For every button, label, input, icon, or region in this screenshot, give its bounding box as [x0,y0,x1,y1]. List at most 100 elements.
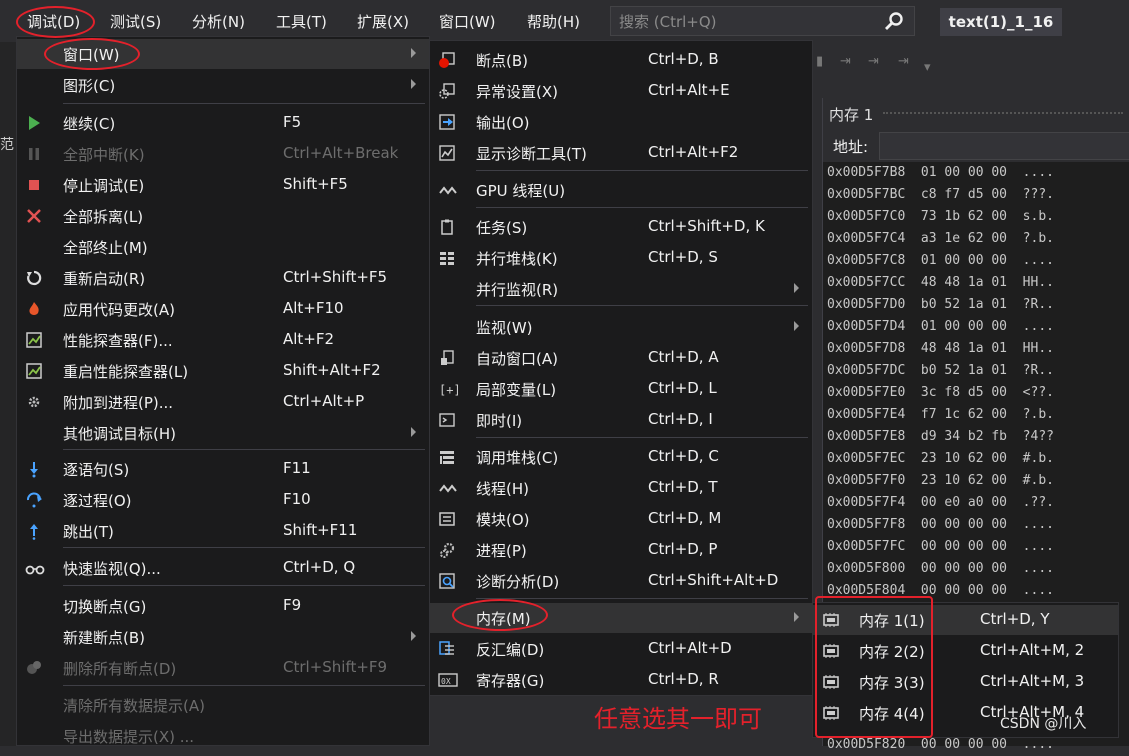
memory-row: 0x00D5F7D0 b0 52 1a 01 ?R.. [827,297,1054,312]
memory-submenu-item-shortcut: Ctrl+Alt+M, 3 [980,672,1085,690]
toolbar-icon[interactable]: ▮ [816,54,830,69]
window-submenu-item-10[interactable]: [+] 局部变量(L) Ctrl+D, L [430,374,812,404]
debug-menu-item-18[interactable]: 新建断点(B) [17,622,429,652]
window-submenu-item-11[interactable]: 即时(I) Ctrl+D, I [430,405,812,435]
window-submenu-item-shortcut: Ctrl+D, B [648,50,719,68]
window-submenu-item-18[interactable]: 反汇编(D) Ctrl+Alt+D [430,634,812,664]
window-submenu-item-0[interactable]: 断点(B) Ctrl+D, B [430,45,812,75]
menu-separator [476,437,808,438]
delete-breakpoints-icon [25,659,43,677]
window-submenu-item-shortcut: Ctrl+D, C [648,447,719,465]
debug-menu-item-shortcut: F9 [283,596,302,614]
call-stack-icon [438,448,456,466]
gpu-threads-icon [438,181,457,199]
window-submenu-item-13[interactable]: 线程(H) Ctrl+D, T [430,473,812,503]
debug-menu-item-6[interactable]: 全部终止(M) [17,232,429,262]
window-submenu-item-8[interactable]: 监视(W) [430,312,812,342]
debug-menu-item-17[interactable]: 切换断点(G) F9 [17,591,429,621]
debug-menu-item-label: 全部拆离(L) [63,208,144,226]
debug-menu-item-label: 逐过程(O) [63,492,132,510]
window-submenu-item-6[interactable]: 并行堆栈(K) Ctrl+D, S [430,243,812,273]
window-submenu-item-shortcut: Ctrl+D, R [648,670,719,688]
debug-menu-item-label: 重新启动(R) [63,270,146,288]
debug-menu-item-shortcut: Ctrl+Alt+P [283,392,365,410]
menu-window[interactable]: 窗口(W) [439,10,496,34]
debug-menu-item-14[interactable]: 逐过程(O) F10 [17,485,429,515]
window-submenu-item-7[interactable]: 并行监视(R) [430,274,812,304]
debug-menu-item-5[interactable]: 全部拆离(L) [17,201,429,231]
debug-menu-item-3[interactable]: 全部中断(K) Ctrl+Alt+Break [17,139,429,169]
document-title[interactable]: text(1)_1_16 [940,8,1062,36]
debug-menu-item-8[interactable]: 应用代码更改(A) Alt+F10 [17,294,429,324]
window-submenu-item-14[interactable]: 模块(O) Ctrl+D, M [430,504,812,534]
debug-menu-item-7[interactable]: 重新启动(R) Ctrl+Shift+F5 [17,263,429,293]
restart-icon [25,269,43,287]
debug-menu-item-11[interactable]: 附加到进程(P)... Ctrl+Alt+P [17,387,429,417]
window-submenu-item-3[interactable]: 显示诊断工具(T) Ctrl+Alt+F2 [430,138,812,168]
window-submenu-item-shortcut: Ctrl+D, L [648,379,717,397]
window-submenu-item-2[interactable]: 输出(O) [430,107,812,137]
window-submenu-item-12[interactable]: 调用堆栈(C) Ctrl+D, C [430,442,812,472]
parallel-stacks-icon [438,249,456,267]
toolbar-icon[interactable]: ⇥ [868,54,882,69]
chevron-down-icon[interactable]: ▾ [924,60,938,75]
watermark: CSDN @川入 [1000,716,1087,732]
window-submenu-item-shortcut: Ctrl+Alt+E [648,81,730,99]
autos-icon [438,349,456,367]
debug-menu-item-1[interactable]: 图形(C) [17,70,429,100]
menu-help[interactable]: 帮助(H) [527,10,580,34]
memory-row: 0x00D5F7B8 01 00 00 00 .... [827,165,1054,180]
toolbar-icon[interactable]: ⇥ [898,54,912,69]
window-submenu-item-19[interactable]: 0X 寄存器(G) Ctrl+D, R [430,665,812,695]
processes-icon [438,541,456,559]
debug-menu-item-10[interactable]: 重启性能探查器(L) Shift+Alt+F2 [17,356,429,386]
window-submenu-item-label: 即时(I) [476,412,523,430]
debug-menu-item-20[interactable]: 清除所有数据提示(A) [17,690,429,720]
window-submenu-item-label: 任务(S) [476,219,528,237]
window-submenu-item-label: 寄存器(G) [476,672,545,690]
debug-menu-item-shortcut: Shift+F11 [283,521,358,539]
menu-tools[interactable]: 工具(T) [276,10,327,34]
debug-menu-item-13[interactable]: 逐语句(S) F11 [17,454,429,484]
debug-menu-item-shortcut: Ctrl+Shift+F5 [283,268,388,286]
debug-menu-item-19[interactable]: 删除所有断点(D) Ctrl+Shift+F9 [17,653,429,683]
search-input[interactable] [617,10,881,34]
window-submenu-item-label: 诊断分析(D) [476,573,560,591]
window-submenu-item-15[interactable]: 进程(P) Ctrl+D, P [430,535,812,565]
immediate-icon [438,411,456,429]
debug-menu-item-21[interactable]: 导出数据提示(X) ... [17,721,429,751]
menu-extensions[interactable]: 扩展(X) [357,10,409,34]
profiler-icon [25,362,43,380]
debug-menu-item-2[interactable]: 继续(C) F5 [17,108,429,138]
debug-menu-item-9[interactable]: 性能探查器(F)... Alt+F2 [17,325,429,355]
debug-menu-item-label: 切换断点(G) [63,598,147,616]
window-submenu-item-1[interactable]: 异常设置(X) Ctrl+Alt+E [430,76,812,106]
debug-menu-item-12[interactable]: 其他调试目标(H) [17,418,429,448]
pause-icon [25,145,43,163]
toolbar-icon[interactable]: ⇥ [840,54,854,69]
window-submenu-item-label: 断点(B) [476,52,528,70]
window-submenu-item-shortcut: Ctrl+D, M [648,509,722,527]
menu-analyze[interactable]: 分析(N) [192,10,245,34]
debug-menu-item-shortcut: Alt+F10 [283,299,344,317]
debug-menu-item-15[interactable]: 跳出(T) Shift+F11 [17,516,429,546]
address-input[interactable] [879,132,1129,160]
window-submenu-item-label: 自动窗口(A) [476,350,558,368]
search-icon[interactable] [884,11,904,31]
step-out-icon [25,522,43,540]
window-submenu-item-16[interactable]: 诊断分析(D) Ctrl+Shift+Alt+D [430,566,812,596]
annotation-rect-memory-items [815,596,933,738]
window-submenu-item-9[interactable]: 自动窗口(A) Ctrl+D, A [430,343,812,373]
debug-menu-item-shortcut: Shift+Alt+F2 [283,361,381,379]
debug-menu-item-16[interactable]: 快速监视(Q)... Ctrl+D, Q [17,553,429,583]
debug-menu-item-4[interactable]: 停止调试(E) Shift+F5 [17,170,429,200]
memory-panel-tab[interactable]: 内存 1 [823,98,1129,128]
menu-separator [63,449,425,450]
window-submenu-item-label: 反汇编(D) [476,641,545,659]
debug-menu-item-shortcut: Ctrl+Alt+Break [283,144,399,162]
window-submenu-item-5[interactable]: 任务(S) Ctrl+Shift+D, K [430,212,812,242]
window-submenu-item-shortcut: Ctrl+D, T [648,478,718,496]
window-submenu-item-4[interactable]: GPU 线程(U) [430,175,812,205]
menu-test[interactable]: 测试(S) [110,10,161,34]
profiler-icon [25,331,43,349]
